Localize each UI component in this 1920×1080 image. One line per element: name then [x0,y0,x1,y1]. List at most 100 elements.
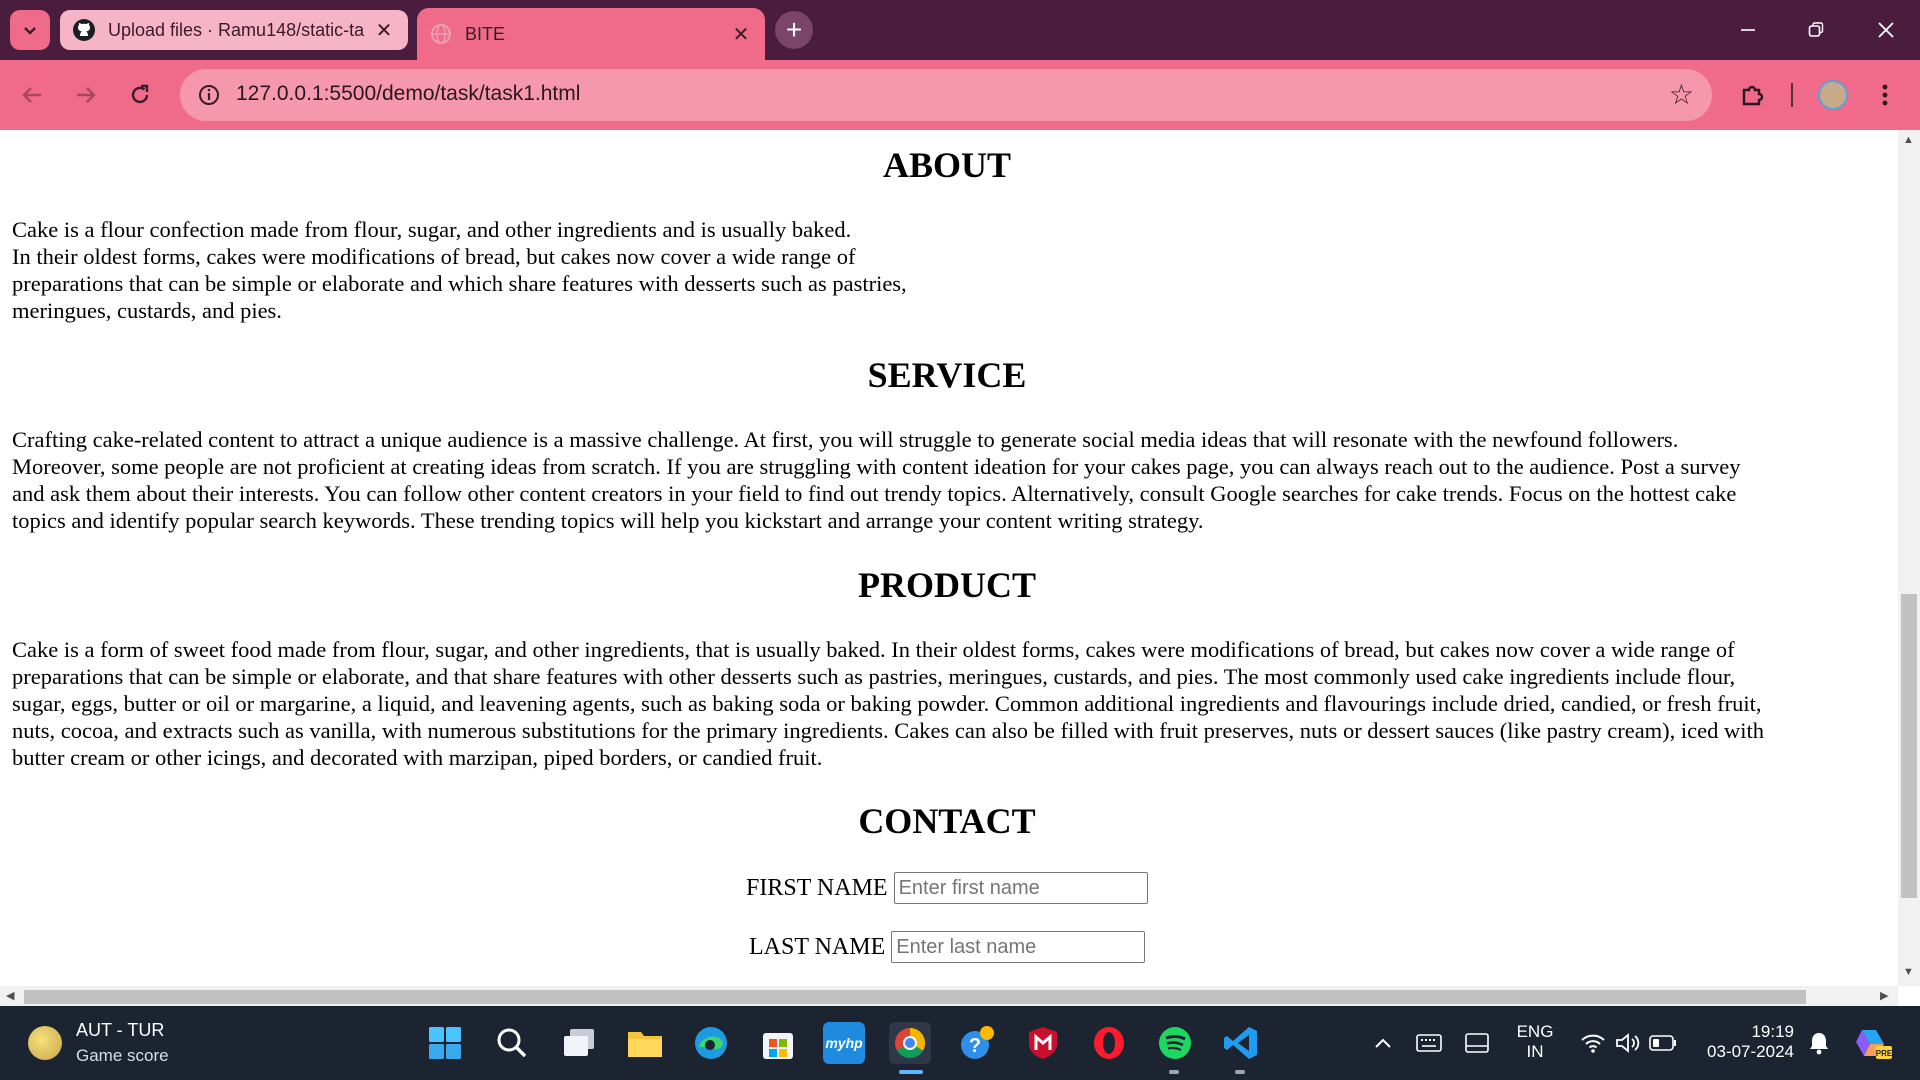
language-code: ENG [1516,1022,1554,1041]
browser-toolbar: 127.0.0.1:5500/demo/task/task1.html ☆ [0,60,1920,130]
product-heading: PRODUCT [858,565,1036,605]
text-line: Crafting cake-related content to attract… [12,427,1679,452]
region-code: IN [1526,1042,1544,1061]
close-icon[interactable]: ✕ [729,22,753,46]
minimize-button[interactable] [1714,0,1782,60]
puzzle-icon [1742,85,1764,106]
product-paragraph: Cake is a form of sweet food made from f… [12,636,1764,771]
url-text[interactable]: 127.0.0.1:5500/demo/task/task1.html [236,82,580,106]
mcafee-icon[interactable] [1022,1022,1064,1064]
clock-time: 19:19 [1751,1022,1794,1041]
scroll-up-icon[interactable]: ▲ [1903,134,1914,146]
clock[interactable]: 19:19 03-07-2024 [1694,1022,1794,1062]
restore-icon [1808,22,1824,37]
edge-icon[interactable] [690,1022,732,1064]
text-line: Cake is a flour confection made from flo… [12,217,852,242]
plus-icon: + [785,14,803,45]
vscode-icon[interactable] [1220,1022,1262,1064]
last-name-input[interactable] [891,931,1146,963]
horizontal-scroll-thumb[interactable] [24,990,1806,1004]
bookmark-star-icon[interactable]: ☆ [1669,78,1694,111]
clock-date: 03-07-2024 [1707,1042,1794,1061]
svg-text:?: ? [969,1035,981,1057]
text-line: In their oldest forms, cakes were modifi… [12,244,856,269]
profile-avatar[interactable] [1818,80,1848,110]
more-vert-icon [1882,84,1888,106]
close-window-button[interactable] [1852,0,1920,60]
browser-menu-button[interactable] [1865,75,1905,115]
text-line: butter cream or other icings, and decora… [12,745,823,770]
soccer-ball-icon [28,1026,62,1060]
back-button[interactable] [12,75,52,115]
toolbar-divider [1791,83,1793,107]
tab-upload-files[interactable]: Upload files · Ramu148/static-ta ✕ [60,10,408,50]
reload-button[interactable] [120,75,160,115]
chrome-icon[interactable] [889,1022,931,1064]
text-line: meringues, custards, and pies. [12,298,282,323]
windows-taskbar: AUT - TUR Game score myhp ? ENG IN 19:19… [0,1006,1920,1080]
text-line: nuts, cocoa, and extracts such as vanill… [12,718,1765,743]
site-info-icon[interactable] [194,80,224,110]
browser-title-bar: Upload files · Ramu148/static-ta ✕ BITE … [0,0,1920,60]
scroll-right-icon[interactable]: ▶ [1880,989,1888,1002]
service-heading: SERVICE [867,355,1027,395]
task-view-icon[interactable] [558,1022,600,1064]
restore-button[interactable] [1782,0,1850,60]
search-icon[interactable] [491,1022,533,1064]
minimize-icon [1741,29,1755,31]
notification-bell-icon[interactable] [1798,1022,1840,1064]
last-name-row: LAST NAME [749,931,1146,963]
chevron-down-icon [24,27,36,35]
windows-start-icon[interactable] [424,1022,466,1064]
text-line: preparations that can be simple or elabo… [12,664,1736,689]
close-icon[interactable]: ✕ [372,18,396,42]
myhp-label: myhp [825,1035,863,1051]
widget-title: AUT - TUR [76,1020,165,1040]
text-line: sugar, eggs, butter or oil or margarine,… [12,691,1762,716]
about-paragraph: Cake is a flour confection made from flo… [12,216,907,324]
about-heading: ABOUT [882,145,1012,185]
tab-search-button[interactable] [10,10,50,50]
copilot-icon[interactable]: PRE [1852,1022,1894,1064]
battery-icon[interactable] [1642,1022,1684,1064]
forward-button[interactable] [66,75,106,115]
github-icon [72,18,96,42]
myhp-icon[interactable]: myhp [823,1022,865,1064]
opera-icon[interactable] [1088,1022,1130,1064]
widget-subtitle: Game score [76,1046,169,1065]
text-line: Cake is a form of sweet food made from f… [12,637,1735,662]
scroll-down-icon[interactable]: ▼ [1903,966,1914,978]
arrow-left-icon [22,87,41,103]
page-viewport: ABOUT Cake is a flour confection made fr… [0,130,1898,986]
microsoft-store-icon[interactable] [757,1022,799,1064]
touchpad-icon[interactable] [1456,1022,1498,1064]
first-name-input[interactable] [893,872,1148,904]
first-name-row: FIRST NAME [746,872,1148,904]
text-line: preparations that can be simple or elabo… [12,271,907,296]
arrow-right-icon [77,87,96,103]
tab-bite[interactable]: BITE ✕ [417,8,765,60]
last-name-label: LAST NAME [749,933,886,960]
service-paragraph: Crafting cake-related content to attract… [12,426,1741,534]
extensions-button[interactable] [1733,75,1773,115]
file-explorer-icon[interactable] [624,1022,666,1064]
text-line: topics and identify popular search keywo… [12,508,1204,533]
globe-icon [429,22,453,46]
first-name-label: FIRST NAME [746,874,888,901]
language-indicator[interactable]: ENG IN [1510,1022,1560,1062]
active-app-indicator [899,1070,923,1074]
help-icon[interactable]: ? [956,1022,998,1064]
keyboard-icon[interactable] [1408,1022,1450,1064]
reload-icon [131,84,149,104]
text-line: and ask them about their interests. You … [12,481,1737,506]
spotify-icon[interactable] [1154,1022,1196,1064]
copilot-badge-text: PRE [1876,1049,1892,1058]
new-tab-button[interactable]: + [775,11,813,49]
close-icon [1878,22,1894,38]
vertical-scroll-thumb[interactable] [1901,594,1917,898]
tab-title: BITE [465,23,506,44]
scroll-left-icon[interactable]: ◀ [6,989,14,1002]
running-app-indicator [1169,1070,1179,1074]
address-bar[interactable]: 127.0.0.1:5500/demo/task/task1.html ☆ [180,69,1712,121]
chevron-up-icon[interactable] [1362,1022,1404,1064]
